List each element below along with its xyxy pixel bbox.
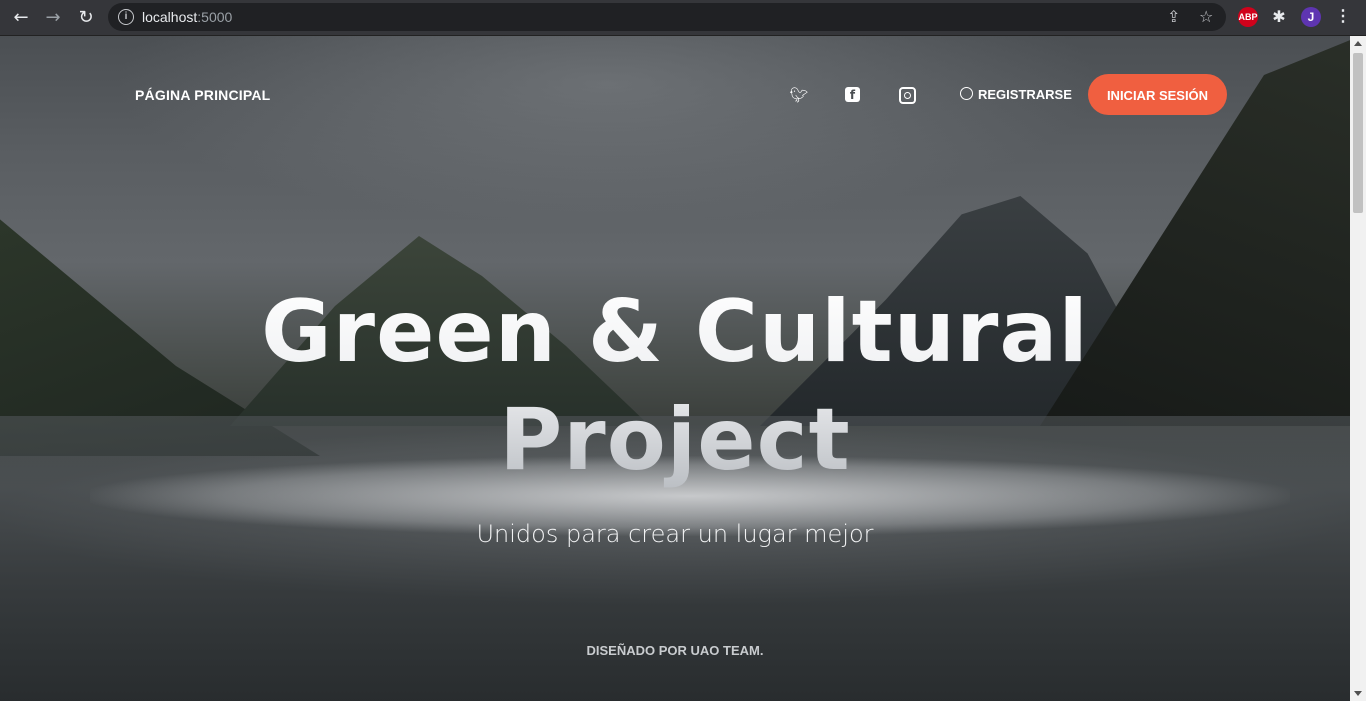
hero-subtitle: Unidos para crear un lugar mejor	[476, 520, 874, 548]
info-icon[interactable]: i	[118, 9, 134, 25]
profile-avatar[interactable]: J	[1301, 7, 1321, 27]
back-icon[interactable]: ←	[8, 5, 34, 31]
facebook-icon[interactable]: f	[845, 87, 860, 102]
forward-icon[interactable]: →	[40, 5, 66, 31]
hero-title-line1: Green & Cultural	[261, 282, 1089, 382]
instagram-icon[interactable]	[899, 87, 916, 104]
browser-toolbar: ← → ↻ i localhost:5000 ⇪ ☆ ABP ✱ J ⋮	[0, 0, 1366, 36]
url-host: localhost	[142, 9, 198, 25]
hero-section: PÁGINA PRINCIPAL 🐦︎ f REGISTRARSE INICIA…	[0, 36, 1350, 701]
hero-title: Green & Cultural Project	[0, 278, 1350, 494]
user-circle-icon	[960, 87, 973, 100]
scroll-up-icon[interactable]	[1354, 41, 1362, 46]
url-port: :5000	[197, 9, 233, 25]
background-fog	[0, 36, 1350, 276]
star-icon[interactable]: ☆	[1199, 7, 1213, 26]
url-text[interactable]: localhost:5000	[142, 9, 232, 25]
address-bar[interactable]: i localhost:5000 ⇪ ☆	[108, 3, 1226, 31]
kebab-menu-icon[interactable]: ⋮	[1333, 7, 1353, 27]
register-link[interactable]: REGISTRARSE	[960, 87, 1072, 102]
hero-title-line2: Project	[499, 390, 851, 490]
share-icon[interactable]: ⇪	[1167, 7, 1180, 26]
footer-credits: DISEÑADO POR UAO TEAM.	[586, 643, 764, 658]
scroll-down-icon[interactable]	[1354, 691, 1362, 696]
adblock-extension-icon[interactable]: ABP	[1238, 7, 1258, 27]
scrollbar-thumb[interactable]	[1353, 53, 1363, 213]
twitter-icon[interactable]: 🐦︎	[789, 85, 809, 105]
reload-icon[interactable]: ↻	[73, 5, 99, 31]
login-button[interactable]: INICIAR SESIÓN	[1088, 74, 1227, 115]
page-scrollbar[interactable]	[1350, 36, 1366, 701]
register-label: REGISTRARSE	[978, 87, 1072, 102]
home-link[interactable]: PÁGINA PRINCIPAL	[135, 87, 270, 103]
puzzle-icon[interactable]: ✱	[1269, 7, 1289, 27]
